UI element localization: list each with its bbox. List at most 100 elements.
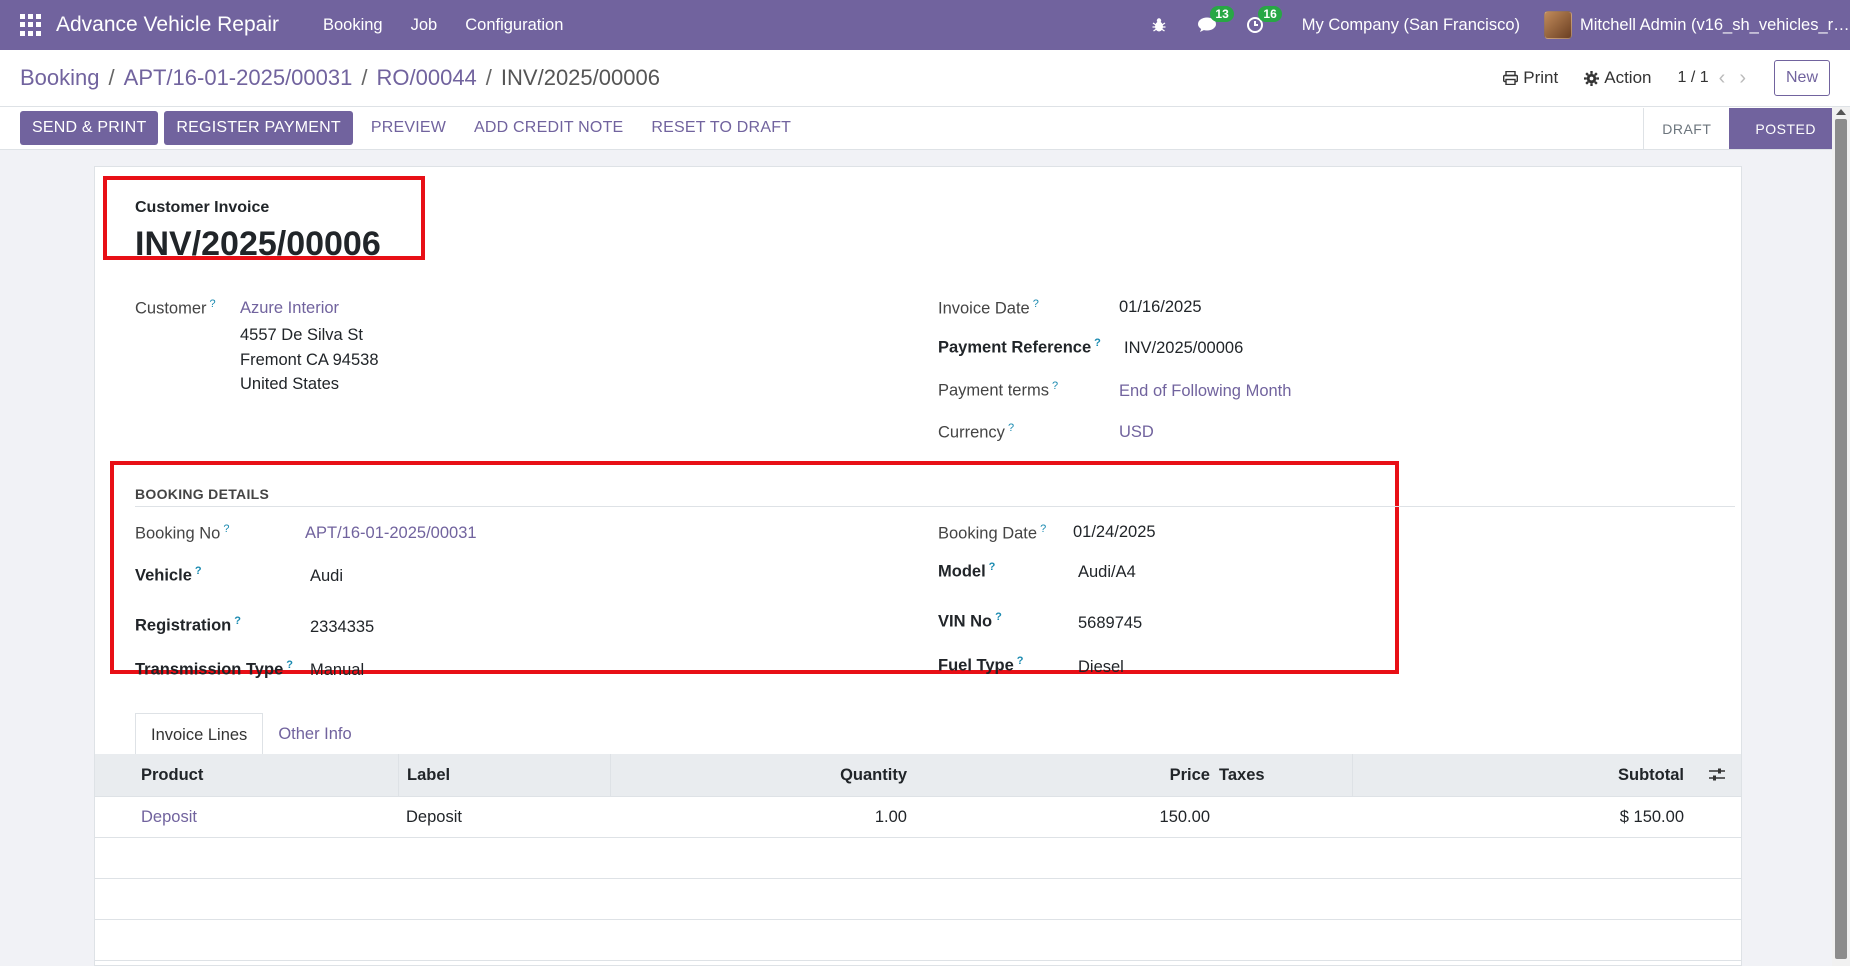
breadcrumb: Booking / APT/16-01-2025/00031 / RO/0004…	[20, 65, 660, 91]
breadcrumb-separator: /	[108, 65, 115, 90]
top-navbar: Advance Vehicle Repair Booking Job Confi…	[0, 0, 1850, 50]
vin-no-field[interactable]: 5689745	[1078, 614, 1142, 633]
activity-count-badge: 16	[1258, 6, 1282, 22]
fuel-type-field[interactable]: Diesel	[1078, 658, 1124, 677]
registration-field[interactable]: 2334335	[310, 618, 374, 637]
vin-no-label: VIN No?	[938, 611, 1002, 631]
scroll-up-arrow-icon[interactable]	[1836, 109, 1846, 115]
breadcrumb-appointment[interactable]: APT/16-01-2025/00031	[124, 65, 353, 91]
line-taxes[interactable]	[1217, 797, 1352, 837]
tab-other-info[interactable]: Other Info	[263, 713, 366, 758]
gear-icon	[1584, 70, 1600, 86]
customer-address-country: United States	[240, 375, 340, 393]
registration-label: Registration?	[135, 615, 241, 635]
chat-icon[interactable]: 13	[1194, 6, 1234, 38]
print-button[interactable]: Print	[1503, 68, 1558, 88]
breadcrumb-current: INV/2025/00006	[500, 65, 660, 90]
payment-terms-field[interactable]: End of Following Month	[1119, 382, 1291, 401]
company-switcher[interactable]: My Company (San Francisco)	[1302, 16, 1520, 35]
line-price[interactable]: 150.00	[912, 797, 1217, 837]
table-row-empty	[95, 920, 1741, 961]
status-stages: DRAFT POSTED	[1643, 107, 1834, 150]
register-payment-button[interactable]: REGISTER PAYMENT	[164, 111, 353, 145]
invoice-date-field[interactable]: 01/16/2025	[1119, 298, 1202, 317]
breadcrumb-separator: /	[361, 65, 368, 90]
customer-label: Customer?	[135, 298, 216, 318]
tab-invoice-lines[interactable]: Invoice Lines	[135, 713, 264, 758]
pager-previous-icon[interactable]: ‹	[1719, 67, 1726, 90]
column-settings-icon[interactable]	[1692, 768, 1741, 782]
col-label-header[interactable]: Label	[398, 754, 610, 796]
model-field[interactable]: Audi/A4	[1078, 563, 1136, 582]
send-print-button[interactable]: SEND & PRINT	[20, 111, 159, 145]
payment-terms-label: Payment terms?	[938, 380, 1059, 400]
breadcrumb-separator: /	[485, 65, 492, 90]
breadcrumb-booking[interactable]: Booking	[20, 65, 100, 91]
line-quantity[interactable]: 1.00	[610, 797, 912, 837]
booking-details-title: BOOKING DETAILS	[135, 486, 270, 502]
payment-reference-label: Payment Reference?	[938, 337, 1101, 357]
currency-field[interactable]: USD	[1119, 423, 1154, 442]
control-panel: Booking / APT/16-01-2025/00031 / RO/0004…	[0, 50, 1850, 107]
customer-address-city: Fremont CA 94538	[240, 351, 379, 369]
add-credit-note-button[interactable]: ADD CREDIT NOTE	[474, 119, 623, 137]
apps-grid-icon[interactable]	[20, 14, 42, 36]
vehicle-label: Vehicle?	[135, 565, 202, 585]
col-quantity-header[interactable]: Quantity	[610, 754, 912, 796]
activity-clock-icon[interactable]: 16	[1242, 6, 1282, 38]
scroll-thumb[interactable]	[1835, 119, 1847, 959]
customer-address-street: 4557 De Silva St	[240, 326, 363, 344]
vehicle-field[interactable]: Audi	[310, 567, 343, 586]
app-brand[interactable]: Advance Vehicle Repair	[56, 13, 279, 37]
action-button[interactable]: Action	[1584, 68, 1652, 88]
table-row-empty	[95, 838, 1741, 879]
menu-configuration[interactable]: Configuration	[451, 16, 577, 35]
customer-field[interactable]: Azure Interior	[240, 299, 339, 318]
user-avatar[interactable]	[1544, 11, 1572, 39]
menu-booking[interactable]: Booking	[309, 16, 397, 35]
main-menu: Booking Job Configuration	[309, 16, 577, 35]
reset-to-draft-button[interactable]: RESET TO DRAFT	[651, 119, 791, 137]
debug-bug-icon[interactable]	[1146, 12, 1172, 38]
user-menu[interactable]: Mitchell Admin (v16_sh_vehicles_repair_m…	[1580, 16, 1850, 35]
printer-icon	[1503, 71, 1519, 85]
preview-button[interactable]: PREVIEW	[371, 119, 446, 137]
booking-date-field[interactable]: 01/24/2025	[1073, 523, 1156, 542]
action-label: Action	[1604, 68, 1652, 87]
invoice-lines-table: Product Label Quantity Price Taxes Subto…	[95, 754, 1741, 961]
stage-draft[interactable]: DRAFT	[1643, 108, 1729, 149]
booking-date-label: Booking Date?	[938, 523, 1047, 543]
table-row-empty	[95, 879, 1741, 920]
col-product-header[interactable]: Product	[95, 766, 398, 785]
pager-value[interactable]: 1 / 1	[1678, 69, 1709, 87]
line-label[interactable]: Deposit	[398, 797, 610, 837]
chat-count-badge: 13	[1210, 6, 1234, 22]
payment-reference-field[interactable]: INV/2025/00006	[1124, 339, 1243, 358]
currency-label: Currency?	[938, 422, 1015, 442]
section-divider	[135, 506, 1735, 507]
col-subtotal-header[interactable]: Subtotal	[1352, 754, 1692, 796]
page-scrollbar[interactable]	[1832, 107, 1850, 966]
stage-posted[interactable]: POSTED	[1729, 108, 1834, 149]
breadcrumb-repair-order[interactable]: RO/00044	[377, 65, 477, 91]
col-taxes-header[interactable]: Taxes	[1217, 754, 1352, 796]
highlight-box-booking	[110, 461, 1399, 674]
menu-job[interactable]: Job	[397, 16, 452, 35]
model-label: Model?	[938, 561, 996, 581]
new-record-button[interactable]: New	[1773, 60, 1830, 96]
highlight-box-invoice	[103, 176, 425, 260]
print-label: Print	[1523, 68, 1559, 87]
col-price-header[interactable]: Price	[912, 754, 1217, 796]
navbar-systray: 13 16 My Company (San Francisco) Mitchel…	[1146, 0, 1850, 50]
status-bar: SEND & PRINT REGISTER PAYMENT PREVIEW AD…	[0, 107, 1850, 150]
pager-next-icon[interactable]: ›	[1739, 67, 1746, 90]
form-sheet: Customer Invoice INV/2025/00006 Customer…	[94, 166, 1742, 966]
booking-no-field[interactable]: APT/16-01-2025/00031	[305, 524, 477, 543]
transmission-type-field[interactable]: Manual	[310, 661, 364, 680]
booking-no-label: Booking No?	[135, 523, 230, 543]
line-product[interactable]: Deposit	[95, 808, 398, 827]
fuel-type-label: Fuel Type?	[938, 655, 1024, 675]
table-row[interactable]: Deposit Deposit 1.00 150.00 $ 150.00	[95, 797, 1741, 838]
line-subtotal: $ 150.00	[1619, 807, 1684, 826]
notebook-tabs: Invoice Lines Other Info	[135, 713, 367, 758]
